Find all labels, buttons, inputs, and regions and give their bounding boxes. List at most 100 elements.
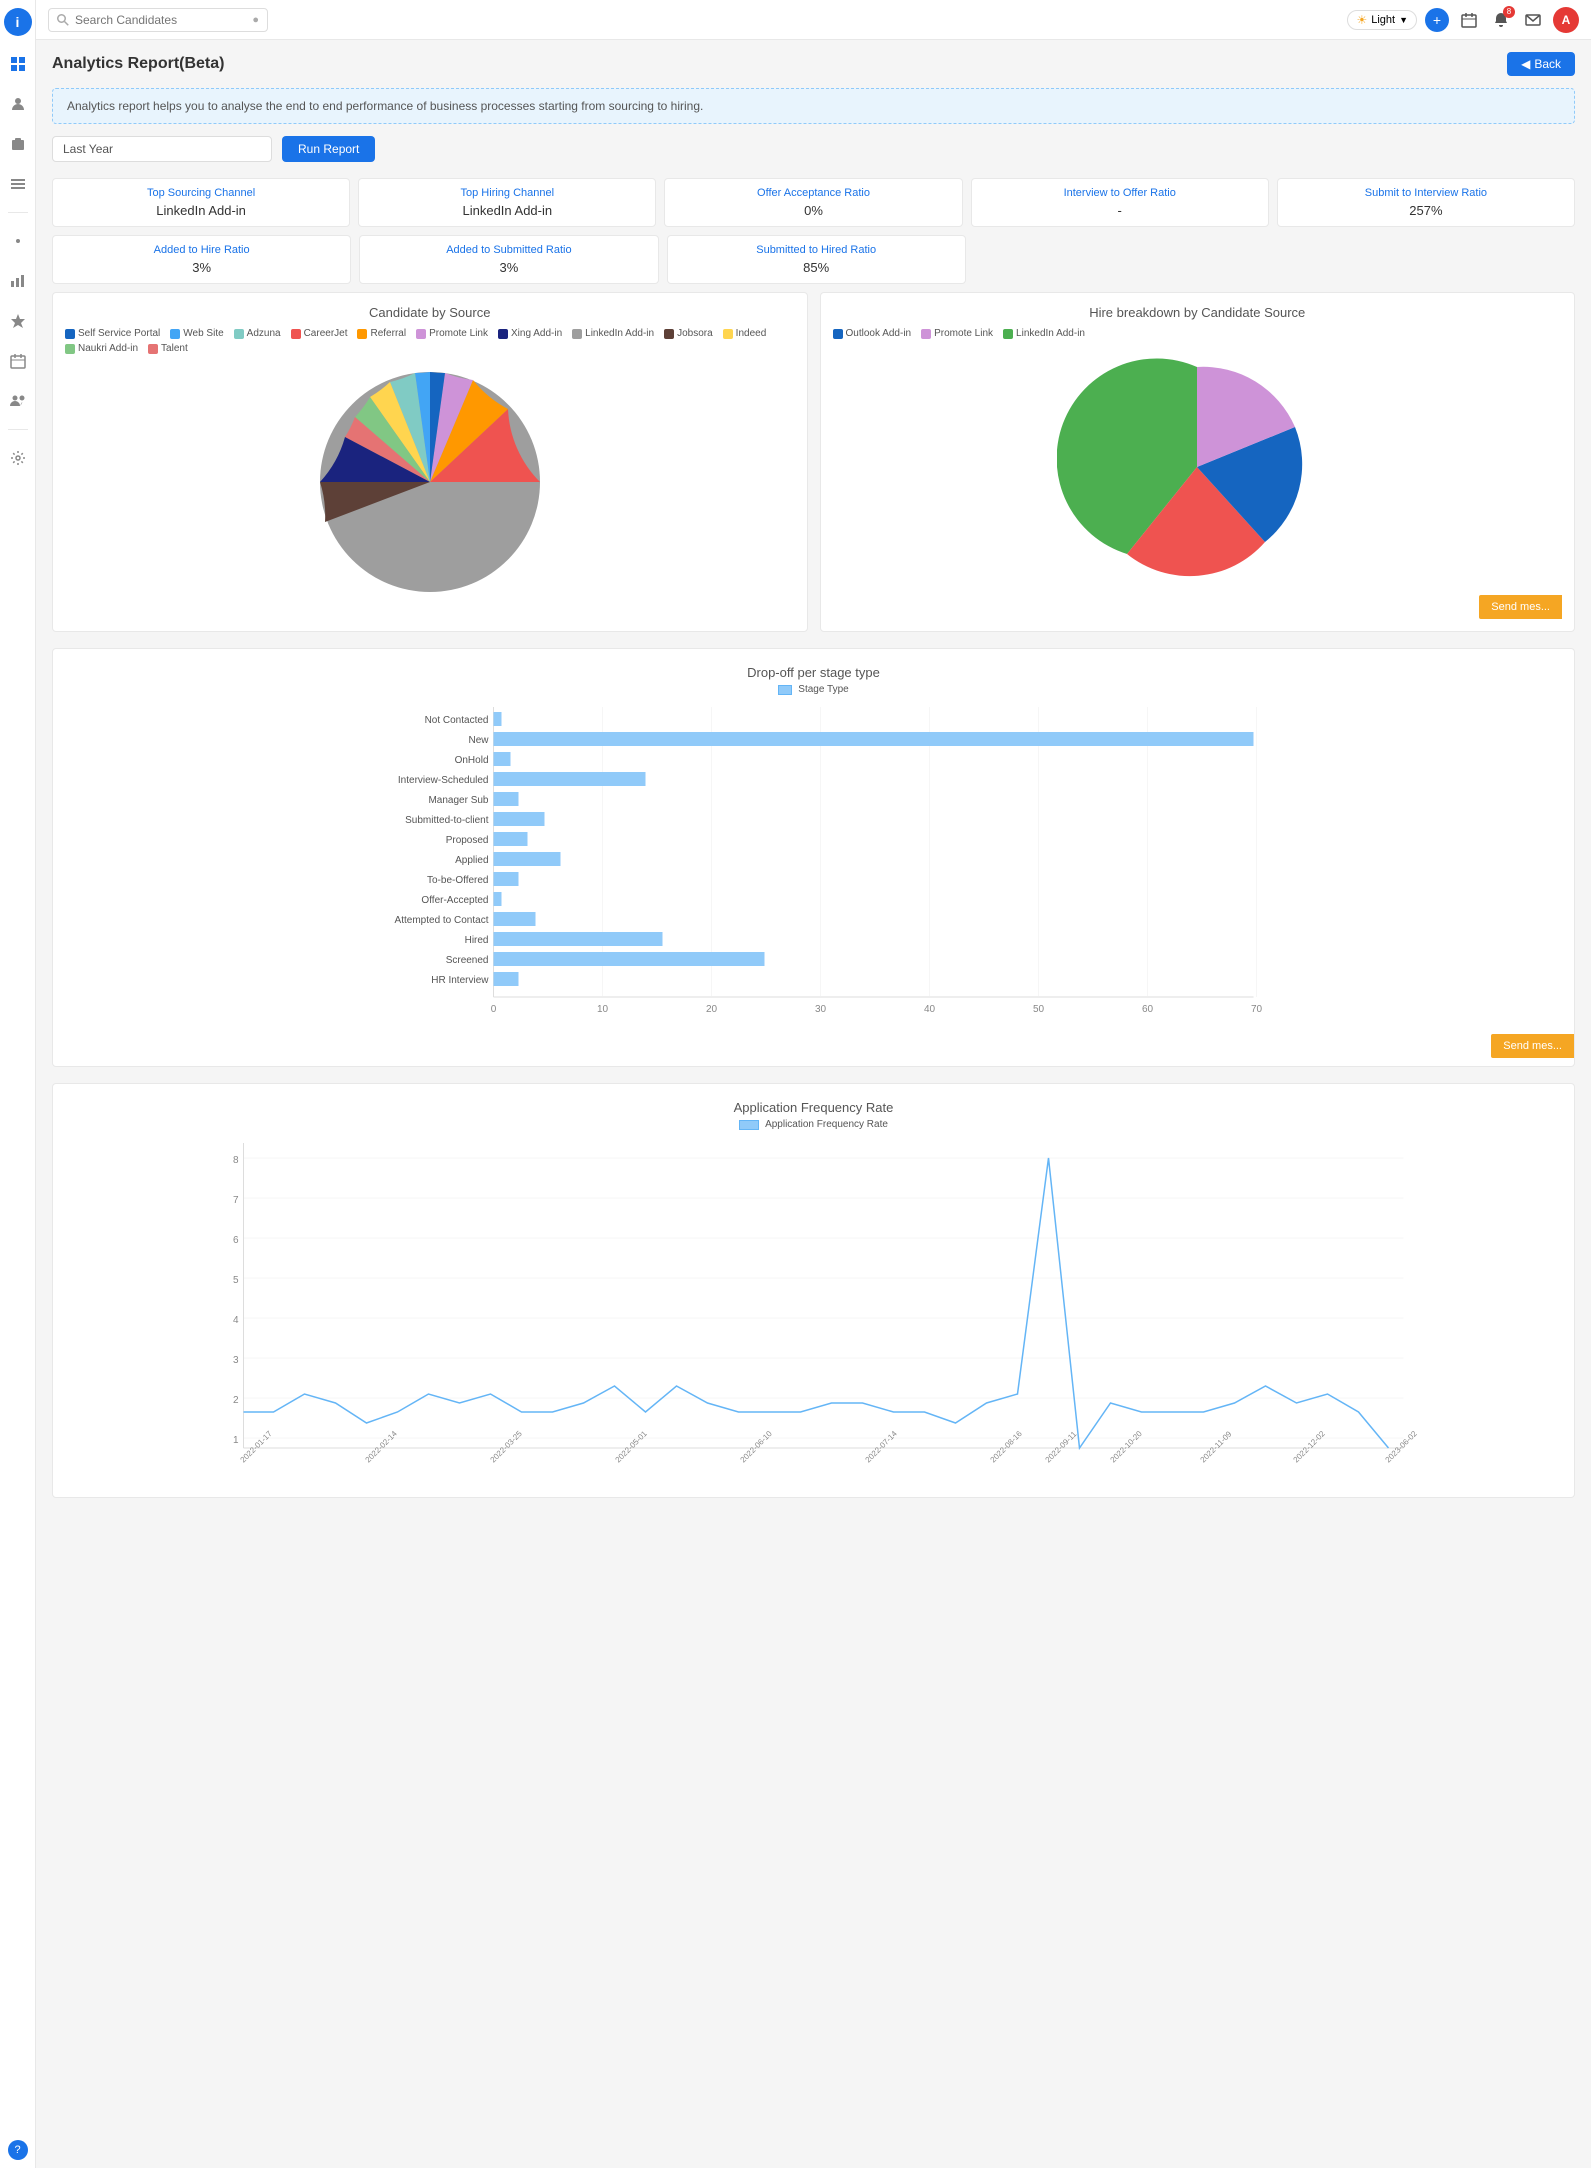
bar-offer-accepted (494, 892, 502, 906)
sidebar-item-calendar[interactable] (6, 349, 30, 373)
sidebar-item-jobs[interactable] (6, 132, 30, 156)
theme-toggle[interactable]: ☀ Light ▼ (1347, 10, 1417, 30)
frequency-chart-card: Application Frequency Rate Application F… (52, 1083, 1575, 1498)
kpi-submit-interview: Submit to Interview Ratio 257% (1277, 178, 1575, 227)
svg-text:2022-11-09: 2022-11-09 (1199, 1429, 1234, 1464)
legend-dot (357, 329, 367, 339)
kpi-added-hire-value: 3% (65, 260, 338, 275)
kpi-interview-offer-label[interactable]: Interview to Offer Ratio (984, 187, 1256, 199)
legend-careerjet: CareerJet (291, 328, 348, 339)
kpi-submitted-hired-value: 85% (680, 260, 953, 275)
svg-text:6: 6 (233, 1235, 239, 1246)
label-submitted-client: Submitted-to-client (405, 815, 489, 826)
page-content: Analytics Report(Beta) ◀ Back Analytics … (36, 40, 1591, 1526)
kpi-submit-interview-value: 257% (1290, 203, 1562, 218)
svg-text:1: 1 (233, 1435, 239, 1446)
legend-dot (833, 329, 843, 339)
bar-screened (494, 952, 765, 966)
sidebar-item-analytics[interactable] (6, 269, 30, 293)
add-button[interactable]: + (1425, 8, 1449, 32)
svg-text:4: 4 (233, 1315, 239, 1326)
sidebar-item-dashboard[interactable] (6, 52, 30, 76)
avatar[interactable]: A (1553, 7, 1579, 33)
frequency-legend-box (739, 1120, 759, 1130)
kpi-top-sourcing: Top Sourcing Channel LinkedIn Add-in (52, 178, 350, 227)
legend-jobsora: Jobsora (664, 328, 713, 339)
label-not-contacted: Not Contacted (425, 715, 489, 726)
period-select[interactable]: Last Year (52, 136, 272, 162)
back-button[interactable]: ◀ Back (1507, 52, 1575, 76)
svg-text:2022-07-14: 2022-07-14 (864, 1429, 900, 1465)
sun-icon: ☀ (1356, 13, 1367, 27)
search-box[interactable]: ● (48, 8, 268, 32)
sidebar-item-settings[interactable] (6, 229, 30, 253)
kpi-submit-interview-label[interactable]: Submit to Interview Ratio (1290, 187, 1562, 199)
kpi-added-submitted-label[interactable]: Added to Submitted Ratio (372, 244, 645, 256)
sidebar-item-people[interactable] (6, 92, 30, 116)
charts-row: Candidate by Source Self Service Portal … (52, 292, 1575, 632)
hire-breakdown-send-button[interactable]: Send mes... (1479, 595, 1562, 619)
filter-row: Last Year Run Report (52, 136, 1575, 162)
kpi-row-1: Top Sourcing Channel LinkedIn Add-in Top… (52, 178, 1575, 227)
candidate-by-source-chart (65, 362, 795, 602)
dropoff-title: Drop-off per stage type (69, 665, 1558, 680)
dropoff-chart-card: Drop-off per stage type Stage Type (52, 648, 1575, 1067)
label-hired: Hired (465, 935, 489, 946)
svg-text:2023-06-02: 2023-06-02 (1384, 1429, 1420, 1465)
sidebar-logo[interactable]: i (4, 8, 32, 36)
sidebar-item-star[interactable] (6, 309, 30, 333)
dropoff-send-button[interactable]: Send mes... (1491, 1034, 1574, 1058)
kpi-top-hiring: Top Hiring Channel LinkedIn Add-in (358, 178, 656, 227)
kpi-submitted-hired: Submitted to Hired Ratio 85% (667, 235, 966, 284)
sidebar-bottom: ? (8, 2140, 28, 2160)
svg-text:2022-02-14: 2022-02-14 (364, 1429, 400, 1465)
legend-dot (234, 329, 244, 339)
page-title: Analytics Report(Beta) (52, 55, 224, 73)
notification-icon[interactable]: 8 (1489, 8, 1513, 32)
dropoff-legend-box (778, 685, 792, 695)
kpi-offer-acceptance-label[interactable]: Offer Acceptance Ratio (677, 187, 949, 199)
frequency-line (244, 1158, 1389, 1448)
svg-text:60: 60 (1142, 1004, 1154, 1015)
svg-text:10: 10 (597, 1004, 609, 1015)
run-report-button[interactable]: Run Report (282, 136, 375, 162)
hire-breakdown-legend: Outlook Add-in Promote Link LinkedIn Add… (833, 328, 1563, 339)
calendar-icon[interactable] (1457, 8, 1481, 32)
sidebar-item-users[interactable] (6, 389, 30, 413)
legend-indeed: Indeed (723, 328, 767, 339)
kpi-added-hire-label[interactable]: Added to Hire Ratio (65, 244, 338, 256)
label-offer-accepted: Offer-Accepted (421, 895, 488, 906)
svg-text:2022-10-20: 2022-10-20 (1109, 1429, 1145, 1465)
svg-text:0: 0 (491, 1004, 497, 1015)
mail-icon[interactable] (1521, 8, 1545, 32)
svg-text:5: 5 (233, 1275, 239, 1286)
legend-dot (416, 329, 426, 339)
sidebar-item-list[interactable] (6, 172, 30, 196)
sidebar-help[interactable]: ? (8, 2140, 28, 2160)
topbar: ● ☀ Light ▼ + 8 A (36, 0, 1591, 40)
kpi-top-hiring-label[interactable]: Top Hiring Channel (371, 187, 643, 199)
kpi-submitted-hired-label[interactable]: Submitted to Hired Ratio (680, 244, 953, 256)
sidebar-item-gear[interactable] (6, 446, 30, 470)
sidebar: i ? (0, 0, 36, 2168)
legend-linkedin-hire: LinkedIn Add-in (1003, 328, 1085, 339)
svg-text:2022-06-10: 2022-06-10 (739, 1429, 775, 1465)
svg-text:2: 2 (233, 1395, 239, 1406)
legend-dot (921, 329, 931, 339)
legend-dot (65, 329, 75, 339)
info-banner: Analytics report helps you to analyse th… (52, 88, 1575, 124)
legend-dot (498, 329, 508, 339)
svg-text:2022-09-11: 2022-09-11 (1044, 1429, 1079, 1464)
kpi-top-hiring-value: LinkedIn Add-in (371, 203, 643, 218)
svg-text:2022-03-25: 2022-03-25 (489, 1429, 525, 1465)
svg-text:50: 50 (1033, 1004, 1045, 1015)
frequency-svg: 8 7 6 5 4 3 2 1 (69, 1138, 1558, 1478)
candidate-by-source-legend: Self Service Portal Web Site Adzuna Care… (65, 328, 795, 354)
bar-interview-scheduled (494, 772, 646, 786)
search-input[interactable] (75, 13, 246, 27)
label-screened: Screened (446, 955, 489, 966)
kpi-offer-acceptance-value: 0% (677, 203, 949, 218)
kpi-top-sourcing-label[interactable]: Top Sourcing Channel (65, 187, 337, 199)
search-clear-icon: ● (252, 14, 259, 26)
label-onhold: OnHold (455, 755, 489, 766)
